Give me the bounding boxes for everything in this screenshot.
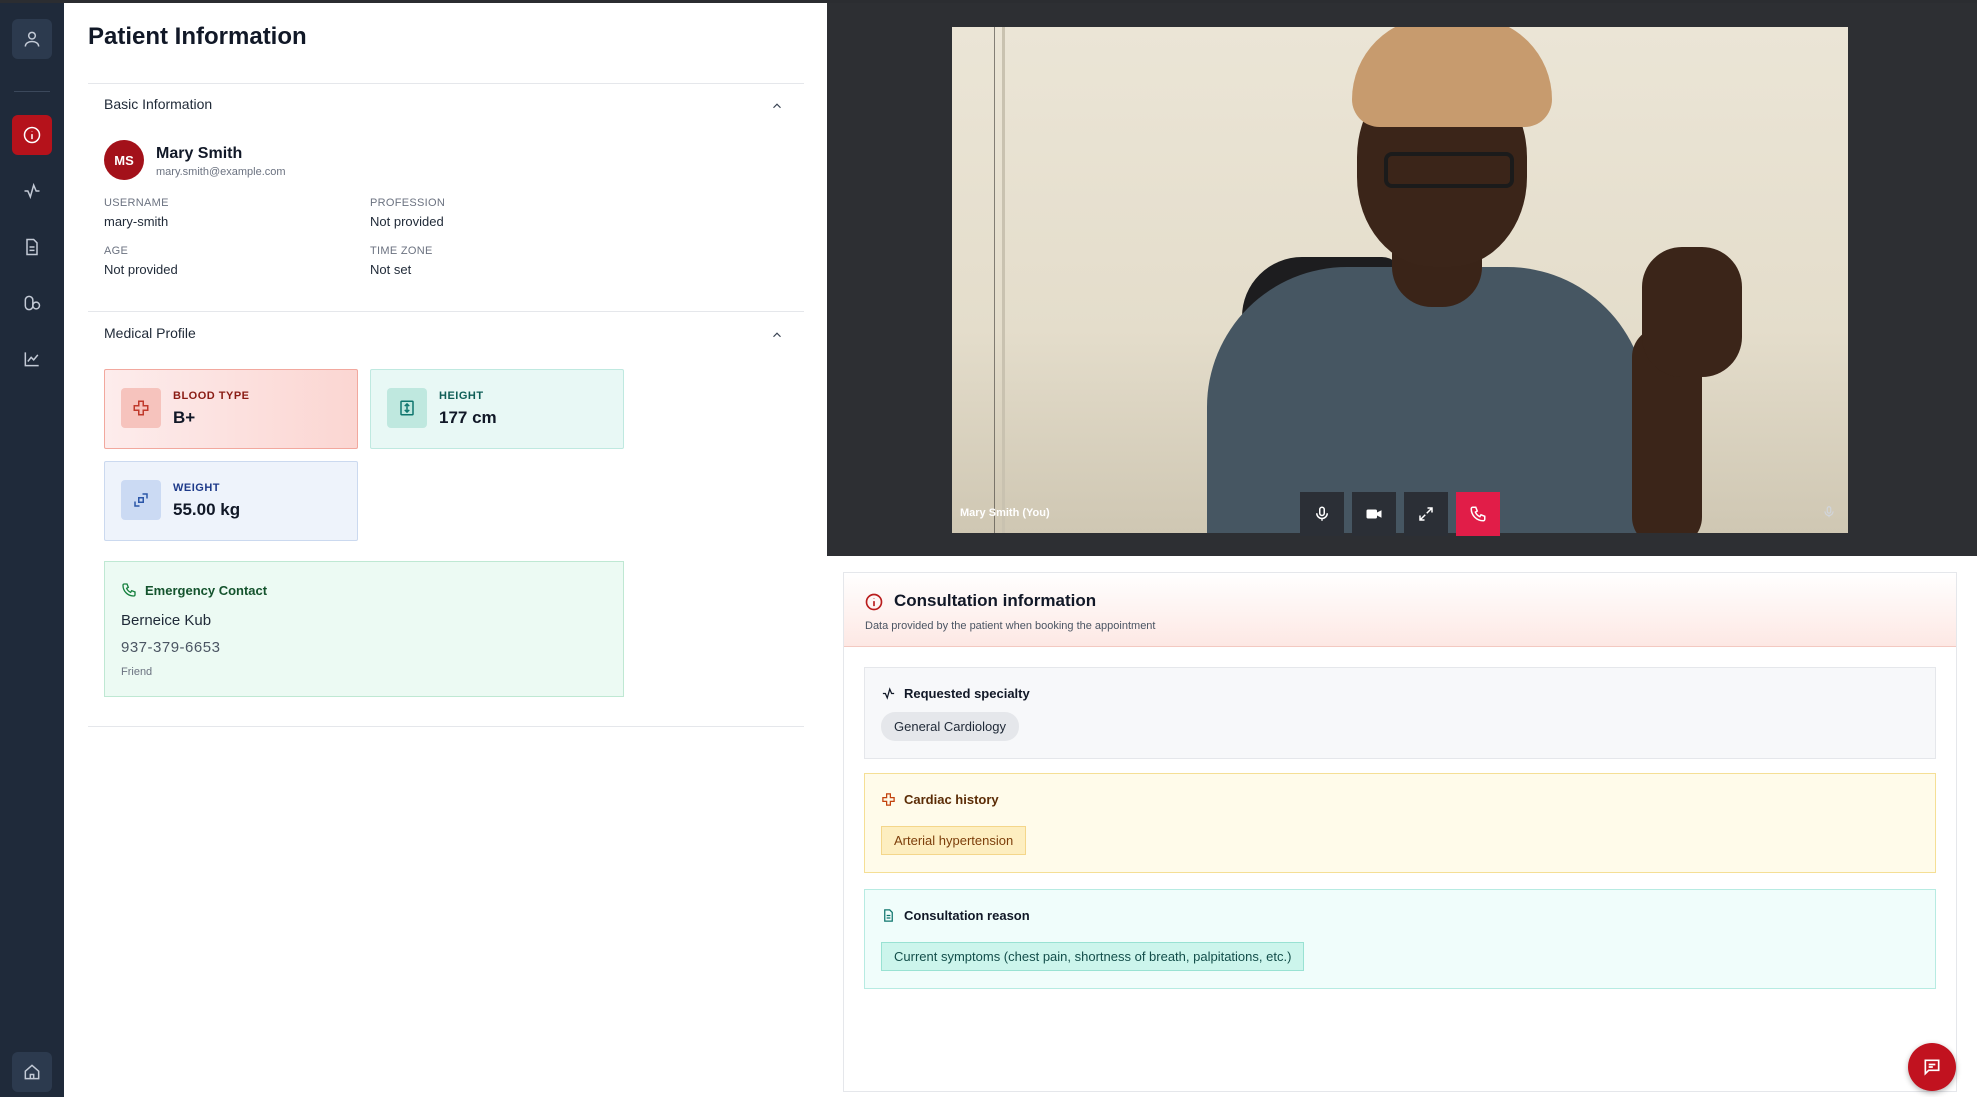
sidebar-home-button[interactable] (12, 1052, 52, 1092)
requested-specialty-title: Requested specialty (904, 686, 1030, 701)
home-icon (24, 1064, 40, 1080)
sidebar-item-vitals[interactable] (12, 171, 52, 211)
height-icon (387, 388, 427, 428)
weight-icon (121, 480, 161, 520)
video-scene (1002, 27, 1005, 533)
cardiac-history-title: Cardiac history (904, 792, 999, 807)
blood-type-card: BLOOD TYPE B+ (104, 369, 358, 449)
end-call-button[interactable] (1456, 492, 1500, 536)
page-title: Patient Information (88, 23, 307, 50)
fullscreen-button[interactable] (1404, 492, 1448, 536)
sidebar-item-info[interactable] (12, 115, 52, 155)
activity-icon (882, 687, 895, 700)
cardiac-history-card: Cardiac history Arterial hypertension (864, 773, 1936, 873)
video-scene (1352, 27, 1552, 127)
cardiac-history-header: Cardiac history (881, 792, 999, 807)
requested-specialty-card: Requested specialty General Cardiology (864, 667, 1936, 759)
emergency-contact-card: Emergency Contact Berneice Kub 937-379-6… (104, 561, 624, 697)
video-scene (1642, 247, 1742, 377)
consultation-header: Consultation information Data provided b… (844, 573, 1956, 647)
microphone-status-icon (1824, 506, 1834, 518)
sidebar (0, 3, 64, 1097)
sidebar-item-medications[interactable] (12, 283, 52, 323)
patient-information-panel: Patient Information Basic Information MS… (64, 3, 827, 1097)
avatar: MS (104, 140, 144, 180)
section-divider (88, 83, 804, 84)
microphone-icon (1316, 506, 1328, 521)
blood-type-value: B+ (173, 408, 196, 427)
activity-icon (24, 182, 40, 200)
age-label: AGE (104, 245, 129, 257)
section-divider (88, 726, 804, 727)
username-label: USERNAME (104, 197, 169, 209)
patient-email: mary.smith@example.com (156, 166, 286, 178)
username-value: mary-smith (104, 214, 169, 229)
consultation-title: Consultation information (894, 591, 1097, 610)
sidebar-divider (14, 91, 50, 92)
document-icon (884, 909, 893, 922)
emergency-contact-relation: Friend (121, 666, 153, 678)
weight-label: WEIGHT (173, 482, 220, 494)
chevron-up-icon[interactable] (770, 328, 784, 342)
section-divider (88, 311, 804, 312)
medical-cross-icon (882, 793, 895, 806)
phone-hangup-icon (1470, 506, 1486, 522)
toggle-camera-button[interactable] (1352, 492, 1396, 536)
chat-icon (1924, 1059, 1940, 1076)
medical-cross-icon (121, 388, 161, 428)
pills-icon (24, 295, 41, 311)
age-value: Not provided (104, 262, 178, 277)
weight-card: WEIGHT 55.00 kg (104, 461, 358, 541)
profession-label: PROFESSION (370, 197, 446, 209)
document-icon (26, 238, 38, 256)
chart-icon (24, 352, 39, 367)
emergency-contact-header: Emergency Contact (121, 582, 267, 598)
timezone-label: TIME ZONE (370, 245, 433, 257)
blood-type-label: BLOOD TYPE (173, 390, 250, 402)
video-scene (994, 27, 995, 533)
consultation-information-panel: Consultation information Data provided b… (843, 572, 1957, 1092)
info-icon (23, 126, 41, 144)
requested-specialty-header: Requested specialty (881, 686, 1030, 701)
height-card: HEIGHT 177 cm (370, 369, 624, 449)
sidebar-profile-button[interactable] (12, 19, 52, 59)
emergency-contact-title: Emergency Contact (145, 582, 268, 598)
basic-information-header[interactable]: Basic Information (104, 96, 212, 112)
profession-value: Not provided (370, 214, 444, 229)
consultation-subtitle: Data provided by the patient when bookin… (865, 620, 1156, 632)
patient-name: Mary Smith (156, 145, 243, 162)
user-icon (24, 31, 40, 47)
info-icon (865, 593, 883, 611)
medical-profile-header[interactable]: Medical Profile (104, 325, 196, 341)
local-video-feed: Mary Smith (You) (952, 27, 1848, 533)
toggle-microphone-button[interactable] (1300, 492, 1344, 536)
height-label: HEIGHT (439, 390, 484, 402)
chat-button[interactable] (1908, 1043, 1956, 1091)
weight-value: 55.00 kg (173, 500, 241, 519)
emergency-contact-phone[interactable]: 937-379-6653 (121, 639, 220, 656)
video-call-area: Mary Smith (You) (827, 3, 1977, 556)
video-call-controls (1300, 492, 1500, 536)
chevron-up-icon[interactable] (770, 99, 784, 113)
height-value: 177 cm (439, 408, 497, 427)
consultation-reason-title: Consultation reason (904, 908, 1030, 923)
timezone-value: Not set (370, 262, 412, 277)
sidebar-item-analytics[interactable] (12, 339, 52, 379)
video-scene (1384, 152, 1514, 188)
participant-label: Mary Smith (You) (960, 507, 1050, 519)
consultation-reason-chip: Current symptoms (chest pain, shortness … (881, 942, 1305, 971)
emergency-contact-name: Berneice Kub (121, 612, 212, 629)
specialty-chip: General Cardiology (881, 712, 1020, 741)
camera-icon (1366, 509, 1382, 519)
phone-icon (122, 583, 136, 597)
consultation-reason-header: Consultation reason (881, 908, 1030, 923)
cardiac-history-chip: Arterial hypertension (881, 826, 1027, 855)
sidebar-item-documents[interactable] (12, 227, 52, 267)
consultation-reason-card: Consultation reason Current symptoms (ch… (864, 889, 1936, 989)
fullscreen-icon (1419, 507, 1433, 521)
